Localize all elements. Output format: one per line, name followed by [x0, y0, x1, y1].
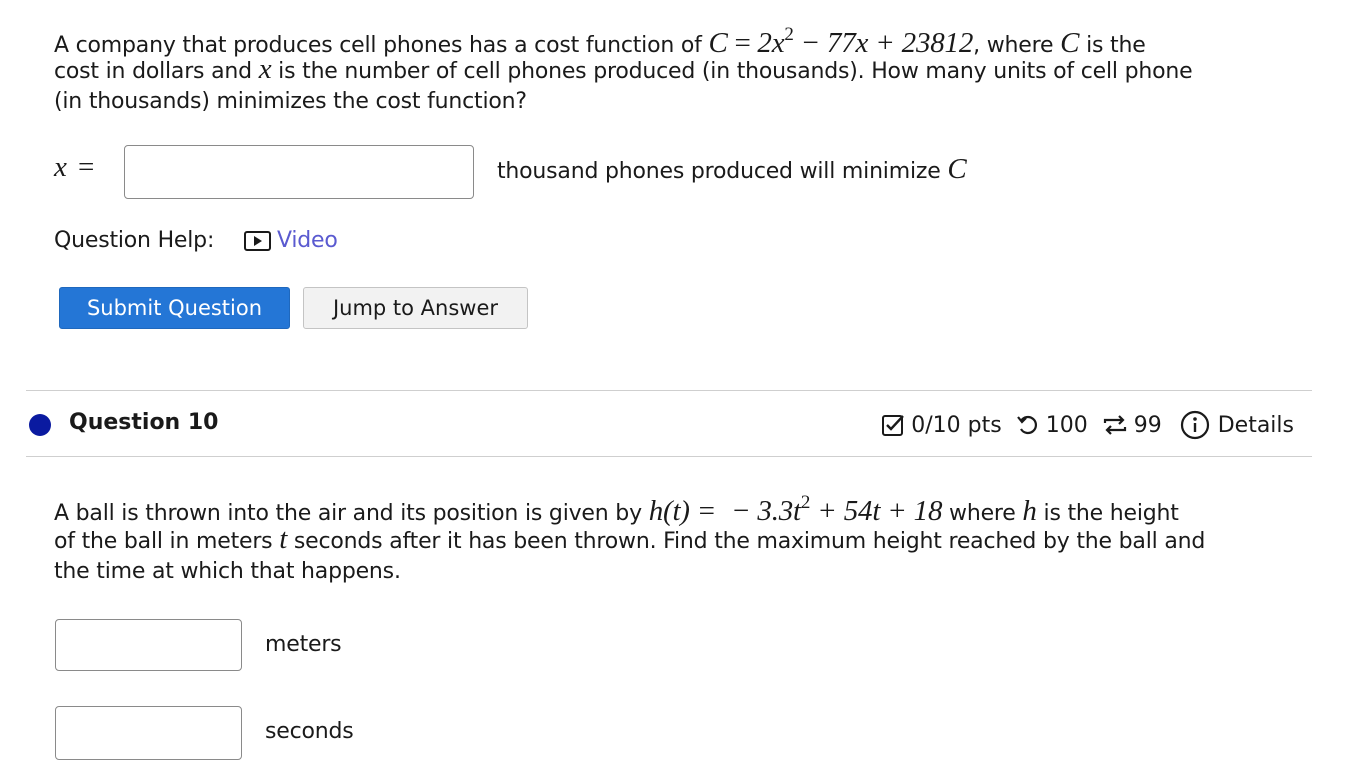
- q10-meters-unit: meters: [265, 632, 342, 657]
- q9-answer-label: x =: [54, 151, 94, 184]
- q9-prompt-text-5: is the number of cell phones produced (i…: [278, 59, 1193, 84]
- q9-prompt-text-6: (in thousands) minimizes the cost functi…: [54, 89, 527, 114]
- q9-answer-suffix-text: thousand phones produced will minimize: [497, 159, 941, 184]
- q9-answer-eq: =: [77, 151, 95, 183]
- q10-math-h: h(t) =: [648, 495, 717, 527]
- q10-prompt-text-4: of the ball in meters: [54, 529, 273, 554]
- question-header-divider-bottom: [26, 456, 1312, 457]
- question-10-meta: 0/10 pts 100 99 Details: [881, 410, 1294, 440]
- info-icon: [1180, 410, 1210, 440]
- video-link[interactable]: Video: [244, 226, 338, 256]
- q10-seconds-input[interactable]: [55, 706, 242, 760]
- q9-answer-suffix-C: C: [947, 153, 967, 185]
- details-toggle[interactable]: Details: [1180, 410, 1294, 440]
- q9-answer-input[interactable]: [124, 145, 474, 199]
- q10-math-poly: − 3.3t2 + 54t + 18: [730, 492, 943, 527]
- q10-seconds-unit: seconds: [265, 719, 354, 744]
- q10-prompt-text-3: is the height: [1043, 501, 1179, 526]
- q9-answer-suffix: thousand phones produced will minimize C: [497, 154, 967, 187]
- video-link-text: Video: [277, 228, 338, 253]
- video-play-icon: [244, 230, 271, 252]
- question-help-label: Question Help:: [54, 228, 215, 253]
- q10-math-h2: h: [1022, 495, 1037, 527]
- q10-meters-input[interactable]: [55, 619, 242, 671]
- checkbox-check-icon: [881, 413, 905, 437]
- q10-prompt-text-5: seconds after it has been thrown. Find t…: [293, 529, 1206, 554]
- question-header-divider-top: [26, 390, 1312, 391]
- q10-math-t: t: [279, 523, 288, 555]
- submit-question-button[interactable]: Submit Question: [59, 287, 290, 329]
- attempts-label: 99: [1133, 412, 1162, 438]
- details-label: Details: [1217, 412, 1294, 438]
- question-status-bullet: [29, 414, 51, 436]
- undo-icon: [1016, 413, 1040, 437]
- jump-to-answer-button[interactable]: Jump to Answer: [303, 287, 528, 329]
- q9-prompt: A company that produces cell phones has …: [54, 20, 1324, 117]
- q9-answer-x: x: [54, 151, 67, 183]
- q10-prompt-text-2: where: [949, 501, 1016, 526]
- q10-prompt-text-1: A ball is thrown into the air and its po…: [54, 501, 642, 526]
- q9-prompt-text-4: cost in dollars and: [54, 59, 252, 84]
- q10-prompt-text-6: the time at which that happens.: [54, 559, 401, 584]
- retry-arrows-icon: [1102, 413, 1128, 437]
- question-10-title: Question 10: [69, 410, 219, 435]
- retries-label: 100: [1045, 412, 1088, 438]
- q9-math-x: x: [258, 53, 272, 85]
- points-label: 0/10 pts: [911, 412, 1002, 438]
- q10-prompt: A ball is thrown into the air and its po…: [54, 488, 1344, 587]
